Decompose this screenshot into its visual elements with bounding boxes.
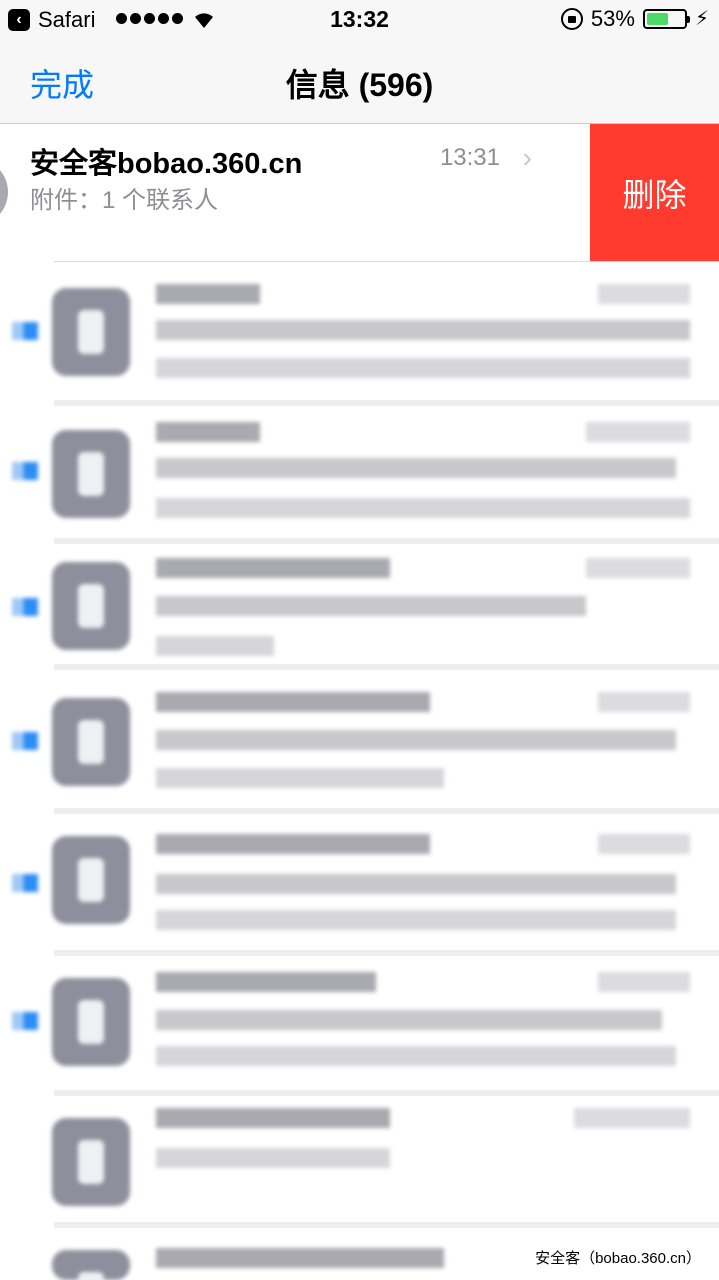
message-thread-redacted[interactable] [0,962,719,1102]
avatar [52,288,130,376]
redacted-preview [156,874,676,894]
avatar [52,1250,130,1280]
charging-bolt-icon: ⚡︎ [694,8,709,30]
rotation-lock-icon [560,8,583,30]
redacted-preview [156,910,676,930]
redacted-preview [156,320,690,340]
redacted-time [586,558,690,578]
redacted-preview [156,768,444,788]
redacted-sender [156,692,430,712]
message-thread-swiped[interactable]: 安全客bobao.360.cn 附件：1 个联系人 13:31 › 删除 [0,124,719,261]
redacted-sender [156,1108,390,1128]
status-bar: ‹ Safari 13:32 53% ⚡︎ [0,0,719,40]
redacted-preview [156,730,676,750]
message-thread-content[interactable]: 安全客bobao.360.cn 附件：1 个联系人 13:31 › [0,124,590,261]
redacted-preview [156,358,690,378]
message-thread-redacted[interactable] [0,412,719,552]
row-separator [54,950,719,956]
redacted-preview [156,636,274,656]
message-thread-redacted[interactable] [0,822,719,962]
unread-indicator [12,322,38,340]
row-separator [54,664,719,670]
navigation-bar: 完成 信息 (596) [0,40,719,124]
message-thread-redacted[interactable] [0,1102,719,1242]
avatar [52,562,130,650]
avatar [52,978,130,1066]
redacted-sender [156,834,430,854]
redacted-sender [156,1248,444,1268]
battery-percent: 53% [590,6,635,31]
redacted-time [586,422,690,442]
battery-level-fill [646,13,669,25]
redacted-preview [156,498,690,518]
avatar [0,158,8,226]
battery-icon [642,9,690,29]
chevron-right-icon: › [522,142,532,173]
redacted-time [574,1108,690,1128]
unread-indicator [12,462,38,480]
status-right-group: 53% ⚡︎ [560,6,709,32]
redacted-time [598,834,690,854]
redacted-sender [156,972,376,992]
thread-time: 13:31 [439,144,500,171]
row-separator [54,808,719,814]
row-separator [54,1090,719,1096]
unread-indicator [12,598,38,616]
unread-indicator [12,1012,38,1030]
redacted-sender [156,422,260,442]
redacted-preview [156,1010,662,1030]
row-separator [54,400,719,406]
row-separator [54,538,719,544]
redacted-sender [156,558,390,578]
redacted-preview [156,596,586,616]
thread-preview: 附件：1 个联系人 [30,187,219,214]
avatar [52,836,130,924]
redacted-time [598,692,690,712]
redacted-preview [156,458,676,478]
redacted-preview [156,1148,390,1168]
watermark: 安全客（bobao.360.cn） [529,1245,707,1270]
unread-indicator [12,874,38,892]
avatar [52,698,130,786]
delete-button[interactable]: 删除 [590,124,719,261]
redacted-time [598,972,690,992]
message-thread-redacted[interactable] [0,680,719,820]
avatar [52,1118,130,1206]
redacted-preview [156,1046,676,1066]
row-separator [54,1222,719,1228]
row-separator [54,261,719,262]
thread-sender: 安全客bobao.360.cn [30,148,303,180]
unread-indicator [12,732,38,750]
messages-screen: ‹ Safari 13:32 53% ⚡︎ 完成 信息 (596) 安全客bob… [0,0,719,1280]
avatar [52,430,130,518]
redacted-time [598,284,690,304]
redacted-sender [156,284,260,304]
message-thread-redacted[interactable] [0,270,719,410]
page-title: 信息 (596) [285,67,434,103]
